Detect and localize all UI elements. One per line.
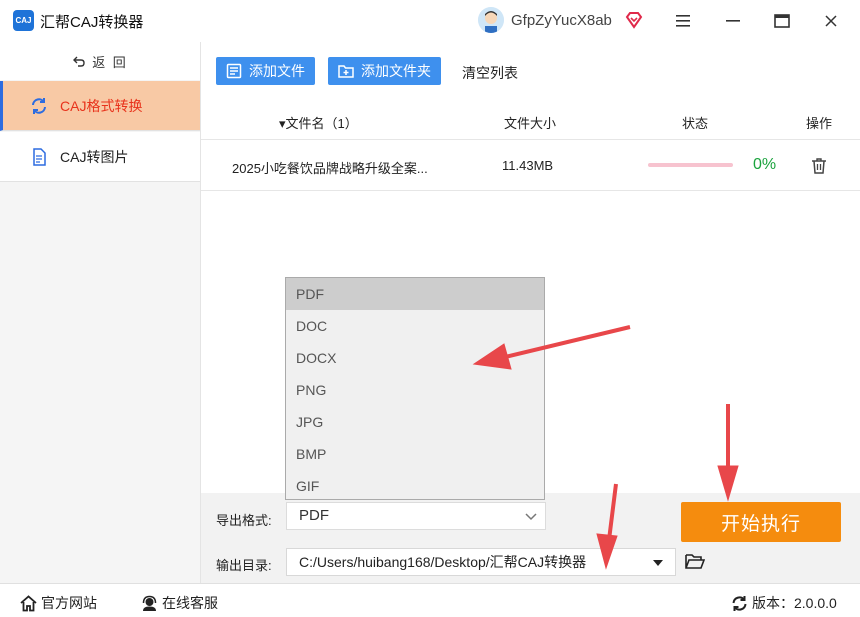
home-icon — [20, 594, 37, 612]
export-format-label: 导出格式: — [216, 513, 272, 528]
file-size: 11.43MB — [502, 158, 554, 173]
output-dir-label: 输出目录: — [216, 558, 272, 573]
format-option-bmp[interactable]: BMP — [286, 438, 544, 470]
official-website-label: 官方网站 — [41, 595, 97, 611]
sidebar: 返 回 CAJ格式转换 CAJ转图片 — [0, 42, 200, 583]
format-option-jpg[interactable]: JPG — [286, 406, 544, 438]
username[interactable]: GfpZyYucX8ab — [511, 12, 612, 29]
column-header-filename[interactable]: ▾文件名（1） — [279, 113, 358, 132]
file-name: 2025小吃餐饮品牌战略升级全案... — [232, 161, 428, 176]
add-file-label: 添加文件 — [249, 63, 305, 79]
format-option-png[interactable]: PNG — [286, 374, 544, 406]
column-header-status: 状态 — [682, 116, 709, 131]
chevron-down-icon — [525, 513, 537, 521]
settings-panel: 导出格式: PDF 输出目录: C:/Users/huibang168/Desk… — [200, 493, 860, 583]
export-format-select[interactable]: PDF — [286, 502, 546, 530]
export-format-value: PDF — [299, 507, 329, 524]
format-option-docx[interactable]: DOCX — [286, 342, 544, 374]
table-header: ▾文件名（1） 文件大小 状态 操作 — [201, 100, 860, 140]
back-arrow-icon — [73, 56, 85, 67]
footer: 官方网站 在线客服 版本：2.0.0.0 — [0, 583, 860, 617]
menu-icon[interactable] — [670, 8, 696, 34]
headset-icon — [141, 595, 158, 612]
add-folder-button[interactable]: 添加文件夹 — [328, 57, 441, 85]
app-title: 汇帮CAJ转换器 — [40, 14, 144, 31]
version-info: 版本：2.0.0.0 — [731, 593, 837, 613]
output-dir-select[interactable]: C:/Users/huibang168/Desktop/汇帮CAJ转换器 — [286, 548, 676, 576]
format-option-gif[interactable]: GIF — [286, 470, 544, 502]
document-icon — [30, 147, 48, 166]
progress-percent: 0% — [753, 156, 777, 173]
table-row[interactable]: 2025小吃餐饮品牌战略升级全案... 11.43MB 0% — [201, 141, 860, 191]
output-dir-value: C:/Users/huibang168/Desktop/汇帮CAJ转换器 — [299, 554, 587, 570]
trash-icon[interactable] — [811, 157, 827, 175]
online-support-label: 在线客服 — [162, 595, 218, 611]
vip-diamond-icon[interactable] — [625, 11, 643, 29]
sidebar-item-label: CAJ格式转换 — [60, 97, 143, 114]
file-list-icon — [226, 63, 242, 79]
refresh-icon — [731, 595, 748, 612]
column-header-filesize: 文件大小 — [504, 116, 557, 131]
add-file-button[interactable]: 添加文件 — [216, 57, 315, 85]
format-option-pdf[interactable]: PDF — [286, 278, 544, 310]
back-button[interactable]: 返 回 — [0, 42, 200, 80]
folder-add-icon — [338, 63, 354, 79]
clear-list-button[interactable]: 清空列表 — [462, 63, 518, 83]
refresh-icon — [30, 97, 48, 115]
folder-open-icon[interactable] — [685, 552, 706, 570]
app-logo-icon: CAJ — [13, 10, 34, 31]
maximize-icon[interactable] — [769, 8, 795, 34]
progress-bar — [648, 163, 733, 167]
version-label: 版本：2.0.0.0 — [752, 595, 837, 611]
sidebar-item-caj-to-image[interactable]: CAJ转图片 — [0, 132, 200, 182]
official-website-link[interactable]: 官方网站 — [20, 593, 97, 613]
format-dropdown-list: PDF DOC DOCX PNG JPG BMP GIF — [285, 277, 545, 500]
title-bar: CAJ 汇帮CAJ转换器 GfpZyYucX8ab — [0, 0, 860, 42]
add-folder-label: 添加文件夹 — [361, 63, 431, 79]
sidebar-item-label: CAJ转图片 — [60, 148, 129, 165]
back-button-label: 返 回 — [92, 54, 128, 70]
sidebar-item-caj-format-convert[interactable]: CAJ格式转换 — [0, 81, 200, 131]
user-avatar-icon[interactable] — [478, 7, 504, 33]
start-button[interactable]: 开始执行 — [681, 502, 841, 542]
minimize-icon[interactable] — [720, 8, 746, 34]
close-icon[interactable] — [818, 8, 844, 34]
format-option-doc[interactable]: DOC — [286, 310, 544, 342]
column-header-actions: 操作 — [806, 116, 833, 131]
online-support-link[interactable]: 在线客服 — [141, 593, 218, 613]
caret-down-icon — [653, 560, 663, 566]
